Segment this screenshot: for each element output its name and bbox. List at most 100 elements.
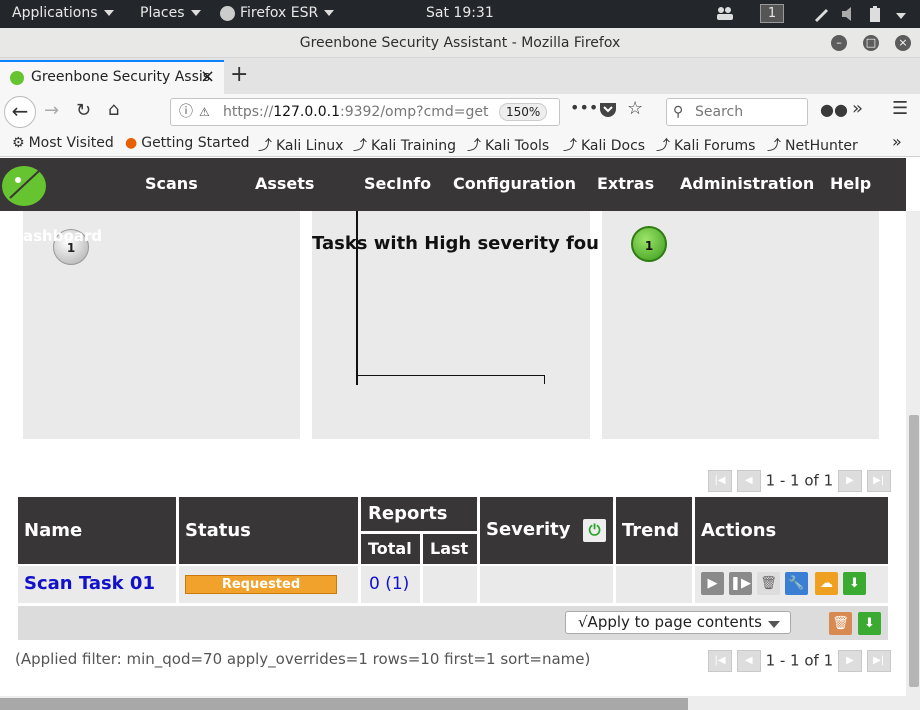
bookmark-label: Kali Docs — [581, 138, 646, 154]
bookmark-star-icon[interactable]: ☆ — [627, 98, 643, 119]
menu-configuration[interactable]: Configuration — [453, 174, 576, 193]
battery-icon[interactable] — [868, 5, 882, 27]
horizontal-scrollbar[interactable] — [0, 696, 906, 710]
menu-scans[interactable]: Scans — [145, 174, 198, 193]
status-label: Requested — [221, 577, 301, 592]
previous-page-icon[interactable]: ◀ — [736, 470, 761, 492]
menu-assets[interactable]: Assets — [255, 174, 314, 193]
column-header-name[interactable]: Name — [18, 497, 176, 564]
bulk-export-icon[interactable]: ⬇ — [858, 612, 881, 635]
private-mask-icon[interactable]: ●● — [820, 100, 848, 119]
bookmark-kali-linux[interactable]: ⤴ Kali Linux — [258, 135, 343, 155]
column-header-last[interactable]: Last — [423, 534, 477, 564]
workspace-indicator[interactable]: 1 — [760, 4, 784, 23]
chevron-down-icon — [768, 621, 780, 628]
header-label: Severity — [486, 519, 571, 540]
header-label: Actions — [701, 520, 777, 541]
total-reports-link[interactable]: 0 — [369, 574, 380, 594]
first-page-icon[interactable]: |◀ — [708, 470, 732, 492]
menu-administration[interactable]: Administration — [680, 174, 814, 193]
hamburger-menu-icon[interactable]: ☰ — [892, 98, 908, 119]
bookmarks-overflow-icon[interactable]: » — [892, 132, 902, 151]
vertical-scrollbar[interactable] — [906, 211, 920, 710]
url-bar[interactable]: ⓘ ⚠ https://127.0.0.1:9392/omp?cmd=get 1… — [170, 98, 560, 126]
tab-close-icon[interactable]: × — [200, 62, 215, 92]
places-menu[interactable]: Places — [140, 5, 201, 21]
firefox-icon — [220, 5, 235, 21]
menu-secinfo[interactable]: SecInfo — [364, 174, 431, 193]
bookmark-kali-training[interactable]: ⤴ Kali Training — [353, 135, 456, 155]
new-tab-button[interactable]: + — [230, 62, 248, 87]
volume-icon[interactable] — [840, 6, 858, 26]
applications-menu[interactable]: Applications — [12, 5, 114, 21]
next-page-icon[interactable]: ▶ — [837, 650, 862, 672]
people-icon[interactable] — [716, 6, 734, 24]
forward-icon[interactable]: → — [44, 100, 59, 121]
column-header-trend[interactable]: Trend — [616, 497, 692, 564]
page-range-label: 1 - 1 of 1 — [765, 471, 834, 490]
counter-badge[interactable]: 1 — [631, 226, 667, 262]
next-page-icon[interactable]: ▶ — [837, 470, 862, 492]
back-button[interactable]: ← — [4, 96, 36, 128]
firefox-app-menu[interactable]: Firefox ESR — [220, 5, 335, 21]
tab-greenbone[interactable]: Greenbone Security Assis × — [0, 60, 224, 94]
home-icon[interactable]: ⌂ — [108, 99, 119, 120]
more-actions-icon[interactable]: ••• — [570, 98, 598, 117]
gear-icon: ⚙ — [12, 135, 25, 151]
export-download-icon[interactable]: ⬇ — [843, 572, 866, 595]
lock-warning-icon: ⚠ — [199, 105, 210, 119]
greenbone-logo[interactable] — [0, 158, 52, 211]
column-header-total[interactable]: Total — [361, 534, 420, 564]
chevron-down-icon — [103, 10, 114, 16]
bulk-trash-icon[interactable]: 🗑 — [829, 612, 852, 635]
task-name-link[interactable]: Scan Task 01 — [24, 573, 155, 594]
overflow-chevron-icon[interactable]: » — [852, 98, 863, 119]
bookmark-kali-forums[interactable]: ⤴ Kali Forums — [656, 135, 755, 155]
first-page-icon[interactable]: |◀ — [708, 650, 732, 672]
overrides-toggle-icon[interactable]: ⏻ — [583, 519, 606, 542]
power-menu-icon[interactable] — [890, 8, 906, 24]
clock[interactable]: Sat 19:31 — [426, 5, 494, 21]
pagination-bottom: |◀ ◀ 1 - 1 of 1 ▶ ▶| — [708, 650, 891, 672]
bookmark-most-visited[interactable]: ⚙ Most Visited — [12, 135, 114, 151]
bookmark-label: Kali Tools — [485, 138, 550, 154]
header-label: Status — [185, 520, 251, 541]
last-page-icon[interactable]: ▶| — [866, 470, 891, 492]
trash-icon[interactable]: 🗑 — [757, 572, 780, 595]
horizontal-scroll-thumb[interactable] — [0, 698, 688, 710]
bookmark-kali-tools[interactable]: ⤴ Kali Tools — [467, 135, 549, 155]
bookmarks-bar: ⚙ Most Visited ● Getting Started ⤴ Kali Lin… — [0, 130, 920, 157]
zoom-indicator[interactable]: 150% — [499, 103, 548, 121]
column-header-status[interactable]: Status — [179, 497, 358, 564]
apply-select[interactable]: √Apply to page contents — [565, 611, 791, 634]
vertical-scroll-thumb[interactable] — [909, 415, 919, 687]
header-label: Last — [430, 539, 469, 558]
start-icon[interactable]: ▶ — [701, 572, 724, 595]
header-label: Name — [24, 520, 83, 541]
close-window-icon[interactable]: × — [895, 35, 911, 51]
pen-icon[interactable] — [812, 5, 830, 27]
chevron-down-icon — [324, 10, 335, 16]
previous-page-icon[interactable]: ◀ — [736, 650, 761, 672]
reload-icon[interactable]: ↻ — [76, 100, 91, 121]
apply-select-value: √Apply to page contents — [578, 613, 762, 631]
bookmark-getting-started[interactable]: ● Getting Started — [125, 135, 249, 151]
wrench-icon[interactable]: 🔧 — [785, 572, 808, 595]
resume-icon[interactable]: ❚▶ — [729, 572, 752, 595]
pocket-icon[interactable] — [599, 101, 617, 122]
bookmark-nethunter[interactable]: ⤴ NetHunter — [767, 135, 858, 155]
bookmark-kali-docs[interactable]: ⤴ Kali Docs — [563, 135, 645, 155]
last-page-icon[interactable]: ▶| — [866, 650, 891, 672]
minimize-icon[interactable]: – — [831, 35, 847, 51]
kali-dragon-icon: ⤴ — [467, 138, 481, 154]
bookmark-label: Most Visited — [28, 135, 114, 151]
clone-sheep-icon[interactable]: ☁ — [815, 572, 838, 595]
kali-dragon-icon: ⤴ — [563, 138, 577, 154]
dashboard-panel-chart: Tasks with High severity fou — [312, 211, 599, 439]
menu-help[interactable]: Help — [830, 174, 871, 193]
menu-extras[interactable]: Extras — [597, 174, 654, 193]
search-input[interactable]: ⚲ Search — [666, 98, 808, 126]
column-header-severity[interactable]: Severity ⏻ — [480, 497, 613, 564]
maximize-icon[interactable]: □ — [863, 35, 879, 51]
total-reports-paren[interactable]: (1) — [385, 574, 409, 594]
